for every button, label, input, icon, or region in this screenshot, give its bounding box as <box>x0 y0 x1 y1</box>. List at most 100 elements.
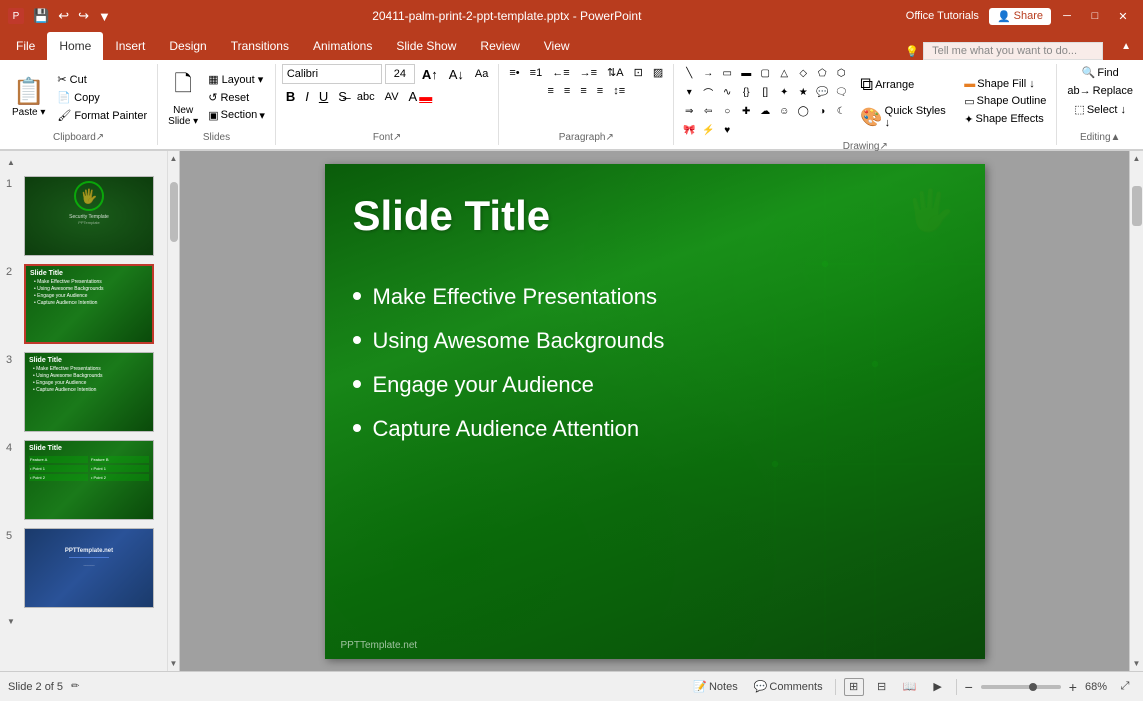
shape-smile[interactable]: ☺ <box>775 102 793 120</box>
scroll-up-button[interactable]: ▲ <box>1130 151 1143 166</box>
shape-pentagon[interactable]: ⬠ <box>813 64 831 82</box>
justify-button[interactable]: ≡ <box>593 83 607 99</box>
tab-insert[interactable]: Insert <box>103 32 157 60</box>
find-button[interactable]: 🔍 Find <box>1078 64 1123 81</box>
close-button[interactable]: ✕ <box>1111 7 1135 25</box>
bullets-button[interactable]: ≡• <box>505 64 523 81</box>
normal-view-button[interactable]: ⊞ <box>844 678 864 696</box>
tab-design[interactable]: Design <box>157 32 218 60</box>
font-color-button[interactable]: A▬ <box>405 87 437 106</box>
tab-animations[interactable]: Animations <box>301 32 384 60</box>
slide-preview-1[interactable]: 🖐 Security Template PPTemplate <box>24 176 154 256</box>
scroll-thumb[interactable] <box>1132 186 1142 226</box>
notes-button[interactable]: 📝 Notes <box>689 678 741 695</box>
tab-file[interactable]: File <box>4 32 47 60</box>
shape-rect2[interactable]: ▬ <box>737 64 755 82</box>
cut-button[interactable]: ✂ Cut <box>53 71 151 88</box>
shape-hex[interactable]: ⬡ <box>832 64 850 82</box>
comments-button[interactable]: 💬 Comments <box>750 678 827 695</box>
share-button[interactable]: 👤 Share <box>989 8 1051 25</box>
panel-scroll-down[interactable]: ▼ <box>4 614 175 629</box>
shape-cloud[interactable]: ☁ <box>756 102 774 120</box>
shape-brace2[interactable]: [] <box>756 83 774 101</box>
shape-star5[interactable]: ★ <box>794 83 812 101</box>
columns-button[interactable]: ▨ <box>649 64 667 81</box>
tab-view[interactable]: View <box>532 32 582 60</box>
char-spacing-button[interactable]: AV <box>381 89 403 105</box>
layout-button[interactable]: ▦ Layout ▾ <box>204 71 269 88</box>
replace-button[interactable]: ab→ Replace <box>1063 83 1137 99</box>
panel-sb-down[interactable]: ▼ <box>167 656 180 671</box>
underline-button[interactable]: U <box>315 87 332 106</box>
italic-button[interactable]: I <box>301 87 313 106</box>
tab-slideshow[interactable]: Slide Show <box>384 32 468 60</box>
strikethrough-button[interactable]: S̶ <box>334 87 351 106</box>
slide-preview-3[interactable]: Slide Title • Make Effective Presentatio… <box>24 352 154 432</box>
quick-styles-button[interactable]: 🎨 Quick Styles ↓ <box>854 101 956 133</box>
save-button[interactable]: 💾 <box>30 6 52 26</box>
shape-curve2[interactable]: ∿ <box>718 83 736 101</box>
font-name-input[interactable] <box>282 64 382 84</box>
shape-oval[interactable]: ○ <box>718 102 736 120</box>
shape-line[interactable]: ╲ <box>680 64 698 82</box>
slide-thumb-1[interactable]: 1 🖐 Security Template PPTemplate <box>4 174 175 258</box>
shape-star4[interactable]: ✦ <box>775 83 793 101</box>
shape-ring[interactable]: ◯ <box>794 102 812 120</box>
shape-lightning[interactable]: ⚡ <box>699 121 717 139</box>
slide-editor[interactable]: 🖐 Slide Title Make Effective Presentatio… <box>180 151 1129 671</box>
shape-cross[interactable]: ✚ <box>737 102 755 120</box>
scroll-down-button[interactable]: ▼ <box>1130 656 1143 671</box>
slide-panel-scrollbar[interactable]: ▲ ▼ <box>167 151 179 671</box>
shape-outline-button[interactable]: ▭ Shape Outline <box>960 93 1050 110</box>
slide-thumb-2[interactable]: 2 Slide Title • Make Effective Presentat… <box>4 262 175 346</box>
shape-arrow2[interactable]: ⇒ <box>680 102 698 120</box>
tab-transitions[interactable]: Transitions <box>219 32 301 60</box>
help-search-input[interactable]: Tell me what you want to do... <box>923 42 1103 60</box>
undo-button[interactable]: ↩ <box>55 6 72 26</box>
shape-fill-button[interactable]: ▬ Shape Fill ↓ <box>960 76 1050 92</box>
slideshow-view-button[interactable]: ▶ <box>928 678 948 696</box>
numbering-button[interactable]: ≡1 <box>526 64 547 81</box>
slide-thumb-5[interactable]: 5 PPTTemplate.net _____ <box>4 526 175 610</box>
shape-triangle[interactable]: △ <box>775 64 793 82</box>
shape-ribbon[interactable]: 🎀 <box>680 121 698 139</box>
slide-preview-5[interactable]: PPTTemplate.net _____ <box>24 528 154 608</box>
shape-halfring[interactable]: ◑ <box>813 102 831 120</box>
zoom-in-button[interactable]: + <box>1069 679 1077 695</box>
panel-scroll-up[interactable]: ▲ <box>4 155 175 170</box>
paste-button[interactable]: 📋 Paste ▾ <box>6 74 51 120</box>
office-tutorials-button[interactable]: Office Tutorials <box>900 8 985 24</box>
arrange-button[interactable]: ⧉ Arrange <box>854 70 956 99</box>
slide-bullets[interactable]: Make Effective Presentations Using Aweso… <box>353 284 957 460</box>
slide-preview-4[interactable]: Slide Title Feature A Feature B • Point … <box>24 440 154 520</box>
reading-view-button[interactable]: 📖 <box>900 678 920 696</box>
bold-button[interactable]: B <box>282 87 299 106</box>
decrease-indent-button[interactable]: ←≡ <box>548 64 573 81</box>
vertical-scrollbar[interactable]: ▲ ▼ <box>1129 151 1143 671</box>
zoom-out-button[interactable]: − <box>965 679 973 695</box>
line-spacing-button[interactable]: ↕≡ <box>609 83 629 99</box>
shape-moon[interactable]: ☾ <box>832 102 850 120</box>
shape-brace[interactable]: {} <box>737 83 755 101</box>
shape-callout2[interactable]: 🗨 <box>832 83 850 101</box>
section-button[interactable]: ▣ Section ▾ <box>204 107 269 124</box>
panel-sb-up[interactable]: ▲ <box>167 151 180 166</box>
shadow-button[interactable]: abc <box>353 89 379 105</box>
align-right-button[interactable]: ≡ <box>576 83 590 99</box>
select-button[interactable]: ⬚ Select ↓ <box>1070 101 1130 118</box>
redo-button[interactable]: ↪ <box>75 6 92 26</box>
slide-canvas[interactable]: 🖐 Slide Title Make Effective Presentatio… <box>325 164 985 659</box>
text-direction-button[interactable]: ⇅A <box>603 64 628 81</box>
slide-panel[interactable]: ▲ 1 🖐 Security Template PPTemplate 2 Sli… <box>0 151 180 671</box>
zoom-slider[interactable] <box>981 685 1061 689</box>
slide-title[interactable]: Slide Title <box>353 192 551 240</box>
reset-button[interactable]: ↺ Reset <box>204 89 269 106</box>
increase-indent-button[interactable]: →≡ <box>576 64 601 81</box>
shape-rounded[interactable]: ▢ <box>756 64 774 82</box>
slide-thumb-3[interactable]: 3 Slide Title • Make Effective Presentat… <box>4 350 175 434</box>
minimize-button[interactable]: ─ <box>1055 7 1079 25</box>
tab-home[interactable]: Home <box>47 32 103 60</box>
slide-sorter-button[interactable]: ⊟ <box>872 678 892 696</box>
tab-collapse-arrow[interactable]: ▲ <box>1109 32 1143 60</box>
shape-rect[interactable]: ▭ <box>718 64 736 82</box>
